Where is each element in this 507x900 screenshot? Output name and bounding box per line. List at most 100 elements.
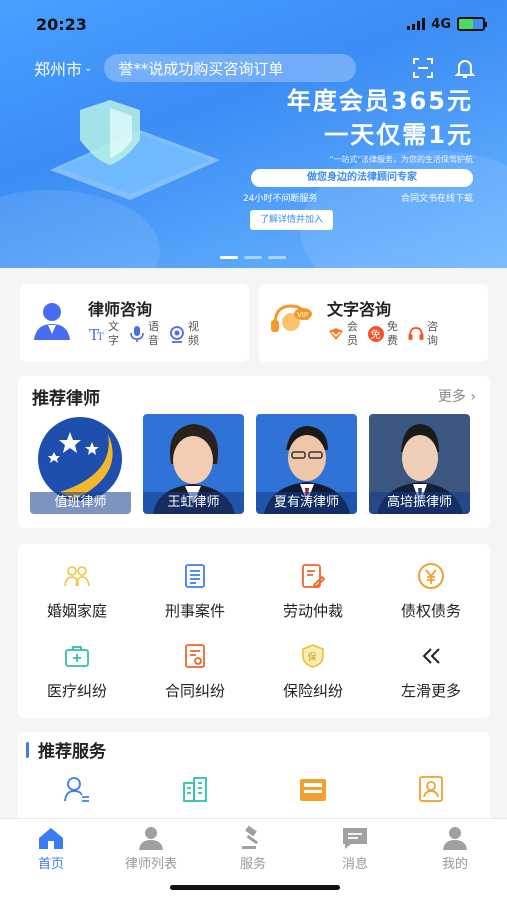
- category-marriage[interactable]: 婚姻家庭: [18, 562, 136, 621]
- more-lawyers-link[interactable]: 更多 ›: [438, 386, 476, 406]
- status-time: 20:23: [36, 14, 87, 34]
- phone-shield-illustration: [50, 100, 220, 200]
- svg-text:保: 保: [308, 651, 317, 663]
- case-category-grid: 婚姻家庭 刑事案件 劳动仲裁 债权债务 医疗纠纷 合同纠纷 保 保险纠纷 左滑更…: [18, 544, 490, 718]
- battery-icon: [457, 17, 487, 31]
- building-icon: [180, 774, 210, 804]
- text-consult-card[interactable]: VIP 文字咨询 会员 免 免费 咨询: [259, 284, 488, 362]
- category-label: 劳动仲裁: [282, 602, 343, 620]
- service-item[interactable]: [372, 774, 490, 804]
- lawyer-name: 高培振律师: [369, 492, 470, 514]
- contract-icon: [181, 642, 209, 670]
- tab-messages[interactable]: 消息: [320, 825, 390, 872]
- category-more[interactable]: 左滑更多: [372, 642, 490, 701]
- signal-icon: [407, 18, 426, 30]
- scan-icon[interactable]: [411, 56, 435, 80]
- text-label: 文字: [108, 320, 119, 347]
- free-option[interactable]: 免 免费: [367, 320, 399, 348]
- category-label: 保险纠纷: [282, 682, 343, 700]
- voice-consult-option[interactable]: 语音: [128, 320, 160, 348]
- tab-label: 律师列表: [124, 857, 177, 872]
- edit-doc-icon: [299, 562, 327, 590]
- lawyer-name: 值班律师: [30, 492, 131, 514]
- category-labor[interactable]: 劳动仲裁: [254, 562, 372, 621]
- category-medical[interactable]: 医疗纠纷: [18, 642, 136, 701]
- lawyer-consult-card[interactable]: 律师咨询 TT 文字 语音 视频: [20, 284, 249, 362]
- service-item[interactable]: [136, 774, 254, 804]
- promo-line-2: 一天仅需1元: [324, 121, 473, 149]
- double-chevron-left-icon: [417, 642, 445, 670]
- text-consult-option[interactable]: TT 文字: [88, 320, 120, 348]
- learn-more-button[interactable]: 了解详情并加入: [250, 210, 334, 230]
- chevron-down-icon: ⌄: [84, 62, 93, 74]
- category-debt[interactable]: 债权债务: [372, 562, 490, 621]
- recommended-lawyers-section: 推荐律师 更多 › 值班律师 王虹律师 夏有涛律师 高培振律师: [18, 376, 490, 528]
- video-consult-option[interactable]: 视频: [168, 320, 200, 348]
- promo-banner[interactable]: 20:23 4G 郑州市 ⌄ 誉**说成功购买咨询订单 年度会员365元 一天仅…: [0, 0, 507, 268]
- member-icon: [327, 325, 345, 343]
- lawyers-section-title: 推荐律师: [32, 389, 100, 409]
- tab-home[interactable]: 首页: [16, 825, 86, 872]
- tab-service[interactable]: 服务: [218, 825, 288, 872]
- free-icon: 免: [367, 325, 385, 343]
- medical-icon: [63, 642, 91, 670]
- category-label: 左滑更多: [400, 682, 461, 700]
- bell-icon[interactable]: [453, 56, 477, 80]
- shield-icon: 保: [299, 642, 327, 670]
- chevron-right-icon: ›: [470, 389, 476, 405]
- lawyer-card[interactable]: 高培振律师: [369, 414, 470, 514]
- city-selector[interactable]: 郑州市 ⌄: [34, 56, 92, 80]
- text-consult-title: 文字咨询: [327, 300, 392, 319]
- tab-label: 首页: [37, 857, 64, 872]
- svg-text:免: 免: [371, 328, 381, 341]
- mic-icon: [128, 325, 146, 343]
- lawyer-card[interactable]: 夏有涛律师: [256, 414, 357, 514]
- lawyer-card[interactable]: 值班律师: [30, 414, 131, 514]
- member-option[interactable]: 会员: [327, 320, 359, 348]
- home-icon: [37, 825, 65, 851]
- city-label: 郑州市: [34, 60, 83, 79]
- promo-tag: 做您身边的法律顾问专家: [251, 169, 473, 187]
- document-icon: [181, 562, 209, 590]
- headset-icon: [407, 325, 425, 343]
- svg-text:T: T: [97, 332, 104, 343]
- service-item[interactable]: [18, 774, 136, 804]
- promo-slogan: "一站式"法律服务，为您的生活保驾护航: [329, 155, 473, 164]
- yen-icon: [417, 562, 445, 590]
- category-label: 医疗纠纷: [46, 682, 107, 700]
- person-list-icon: [62, 774, 92, 804]
- category-insurance[interactable]: 保 保险纠纷: [254, 642, 372, 701]
- carousel-dots[interactable]: [220, 256, 286, 259]
- tab-label: 服务: [239, 857, 266, 872]
- gavel-icon: [239, 825, 267, 851]
- profile-icon: [441, 825, 469, 851]
- inbox-icon: [298, 774, 328, 804]
- network-label: 4G: [431, 16, 451, 32]
- category-criminal[interactable]: 刑事案件: [136, 562, 254, 621]
- headset-option[interactable]: 咨询: [407, 320, 439, 348]
- lawyer-card[interactable]: 王虹律师: [143, 414, 244, 514]
- lawyer-consult-title: 律师咨询: [88, 300, 153, 319]
- category-contract[interactable]: 合同纠纷: [136, 642, 254, 701]
- person-icon: [137, 825, 165, 851]
- service-item[interactable]: [254, 774, 372, 804]
- section-accent-bar: [26, 742, 29, 758]
- tab-lawyer-list[interactable]: 律师列表: [116, 825, 186, 872]
- video-label: 视频: [188, 320, 199, 347]
- vip-headset-icon: VIP: [269, 298, 313, 342]
- status-bar: 20:23 4G: [36, 12, 487, 36]
- category-label: 刑事案件: [164, 602, 225, 620]
- promo-left-note: 24小时不间断服务: [243, 194, 318, 204]
- lawyer-name: 夏有涛律师: [256, 492, 357, 514]
- voice-label: 语音: [148, 320, 159, 347]
- message-icon: [341, 825, 369, 851]
- services-section-title: 推荐服务: [38, 742, 106, 762]
- lawyer-name: 王虹律师: [143, 492, 244, 514]
- tab-profile[interactable]: 我的: [420, 825, 490, 872]
- tab-label: 消息: [341, 857, 368, 872]
- promo-line-1: 年度会员365元: [286, 87, 473, 115]
- more-label: 更多: [437, 389, 466, 405]
- family-icon: [63, 562, 91, 590]
- free-label: 免费: [387, 320, 398, 347]
- order-ticker: 誉**说成功购买咨询订单: [104, 54, 357, 82]
